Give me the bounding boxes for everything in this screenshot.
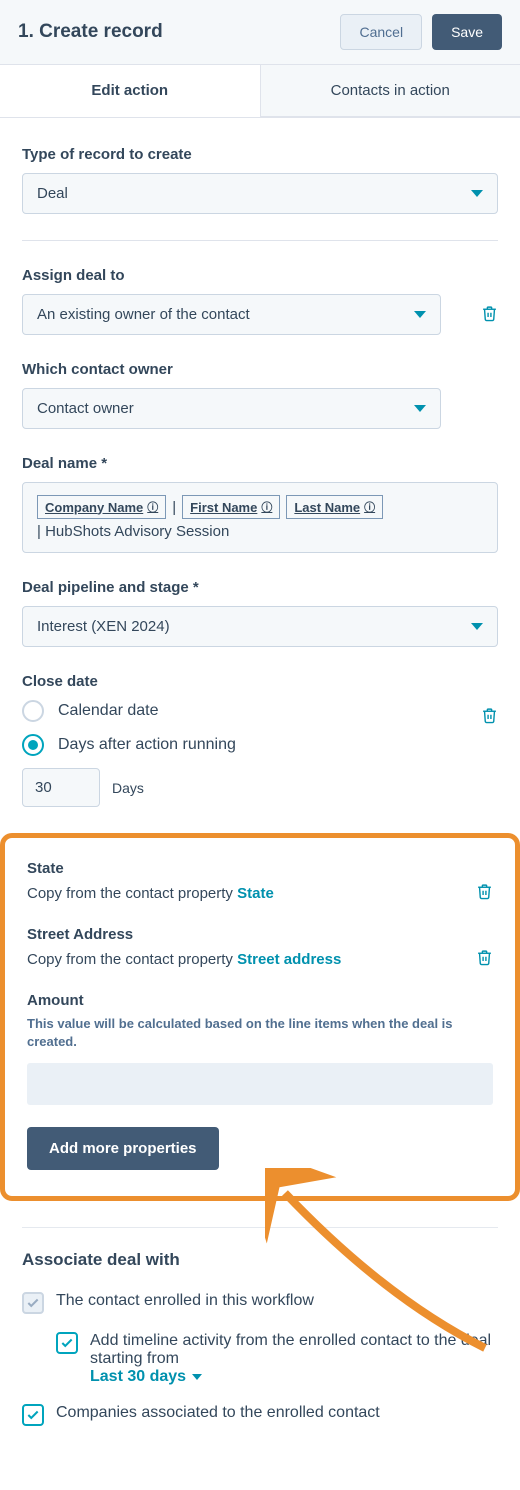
chevron-down-icon: [471, 190, 483, 197]
tab-contacts-in-action[interactable]: Contacts in action: [261, 65, 520, 117]
select-pipeline[interactable]: Interest (XEN 2024): [22, 606, 498, 647]
info-icon: ⓘ: [261, 499, 272, 515]
amount-helper: This value will be calculated based on t…: [27, 1015, 493, 1051]
tabs: Edit action Contacts in action: [0, 65, 520, 118]
radio-days-after[interactable]: [22, 734, 44, 756]
checkbox-label-companies: Companies associated to the enrolled con…: [56, 1404, 380, 1422]
token-company-name[interactable]: Company Name ⓘ: [37, 495, 166, 519]
token-first-name[interactable]: First Name ⓘ: [182, 495, 280, 519]
select-assign-to[interactable]: An existing owner of the contact: [22, 294, 441, 335]
select-pipeline-value: Interest (XEN 2024): [37, 618, 170, 635]
checkbox-timeline-activity[interactable]: [56, 1332, 78, 1354]
label-assign-to: Assign deal to: [22, 267, 498, 284]
chevron-down-icon: [471, 623, 483, 630]
select-record-type[interactable]: Deal: [22, 173, 498, 214]
label-deal-name: Deal name *: [22, 455, 498, 472]
divider: [22, 240, 498, 241]
checkbox-enrolled-contact: [22, 1292, 44, 1314]
token-last-name[interactable]: Last Name ⓘ: [286, 495, 383, 519]
label-pipeline: Deal pipeline and stage *: [22, 579, 498, 596]
radio-calendar-date[interactable]: [22, 700, 44, 722]
days-input[interactable]: [22, 768, 100, 807]
select-which-owner[interactable]: Contact owner: [22, 388, 441, 429]
select-assign-to-value: An existing owner of the contact: [37, 306, 250, 323]
trash-icon[interactable]: [481, 305, 498, 325]
trash-icon[interactable]: [476, 949, 493, 970]
select-record-type-value: Deal: [37, 185, 68, 202]
highlight-annotation: State Copy from the contact property Sta…: [0, 833, 520, 1201]
chevron-down-icon: [192, 1374, 202, 1380]
radio-label-days: Days after action running: [58, 736, 236, 754]
cancel-button[interactable]: Cancel: [340, 14, 422, 50]
label-which-owner: Which contact owner: [22, 361, 498, 378]
checkbox-label-enrolled: The contact enrolled in this workflow: [56, 1292, 314, 1310]
label-amount: Amount: [27, 992, 493, 1009]
checkbox-companies-associated[interactable]: [22, 1404, 44, 1426]
street-property-link[interactable]: Street address: [237, 951, 341, 968]
label-close-date: Close date: [22, 673, 498, 690]
label-state: State: [27, 860, 493, 877]
state-copy-text: Copy from the contact property State: [27, 885, 274, 902]
add-more-properties-button[interactable]: Add more properties: [27, 1127, 219, 1170]
timeline-range-dropdown[interactable]: Last 30 days: [90, 1368, 202, 1386]
divider: [22, 1227, 498, 1228]
radio-label-calendar: Calendar date: [58, 702, 159, 720]
label-street: Street Address: [27, 926, 493, 943]
header-actions: Cancel Save: [340, 14, 502, 50]
days-unit: Days: [112, 780, 144, 796]
info-icon: ⓘ: [364, 499, 375, 515]
label-associate: Associate deal with: [22, 1250, 498, 1270]
save-button[interactable]: Save: [432, 14, 502, 50]
deal-name-text: | HubShots Advisory Session: [37, 523, 483, 540]
deal-name-input[interactable]: Company Name ⓘ | First Name ⓘ Last Name …: [22, 482, 498, 553]
chevron-down-icon: [414, 311, 426, 318]
tab-edit-action[interactable]: Edit action: [0, 65, 261, 117]
street-copy-text: Copy from the contact property Street ad…: [27, 951, 341, 968]
panel-title: 1. Create record: [18, 21, 163, 43]
select-which-owner-value: Contact owner: [37, 400, 134, 417]
trash-icon[interactable]: [476, 883, 493, 904]
info-icon: ⓘ: [147, 499, 158, 515]
amount-input-disabled: [27, 1063, 493, 1105]
checkbox-label-timeline: Add timeline activity from the enrolled …: [90, 1332, 498, 1386]
trash-icon[interactable]: [481, 707, 498, 727]
panel-header: 1. Create record Cancel Save: [0, 0, 520, 65]
label-record-type: Type of record to create: [22, 146, 498, 163]
chevron-down-icon: [414, 405, 426, 412]
state-property-link[interactable]: State: [237, 885, 274, 902]
